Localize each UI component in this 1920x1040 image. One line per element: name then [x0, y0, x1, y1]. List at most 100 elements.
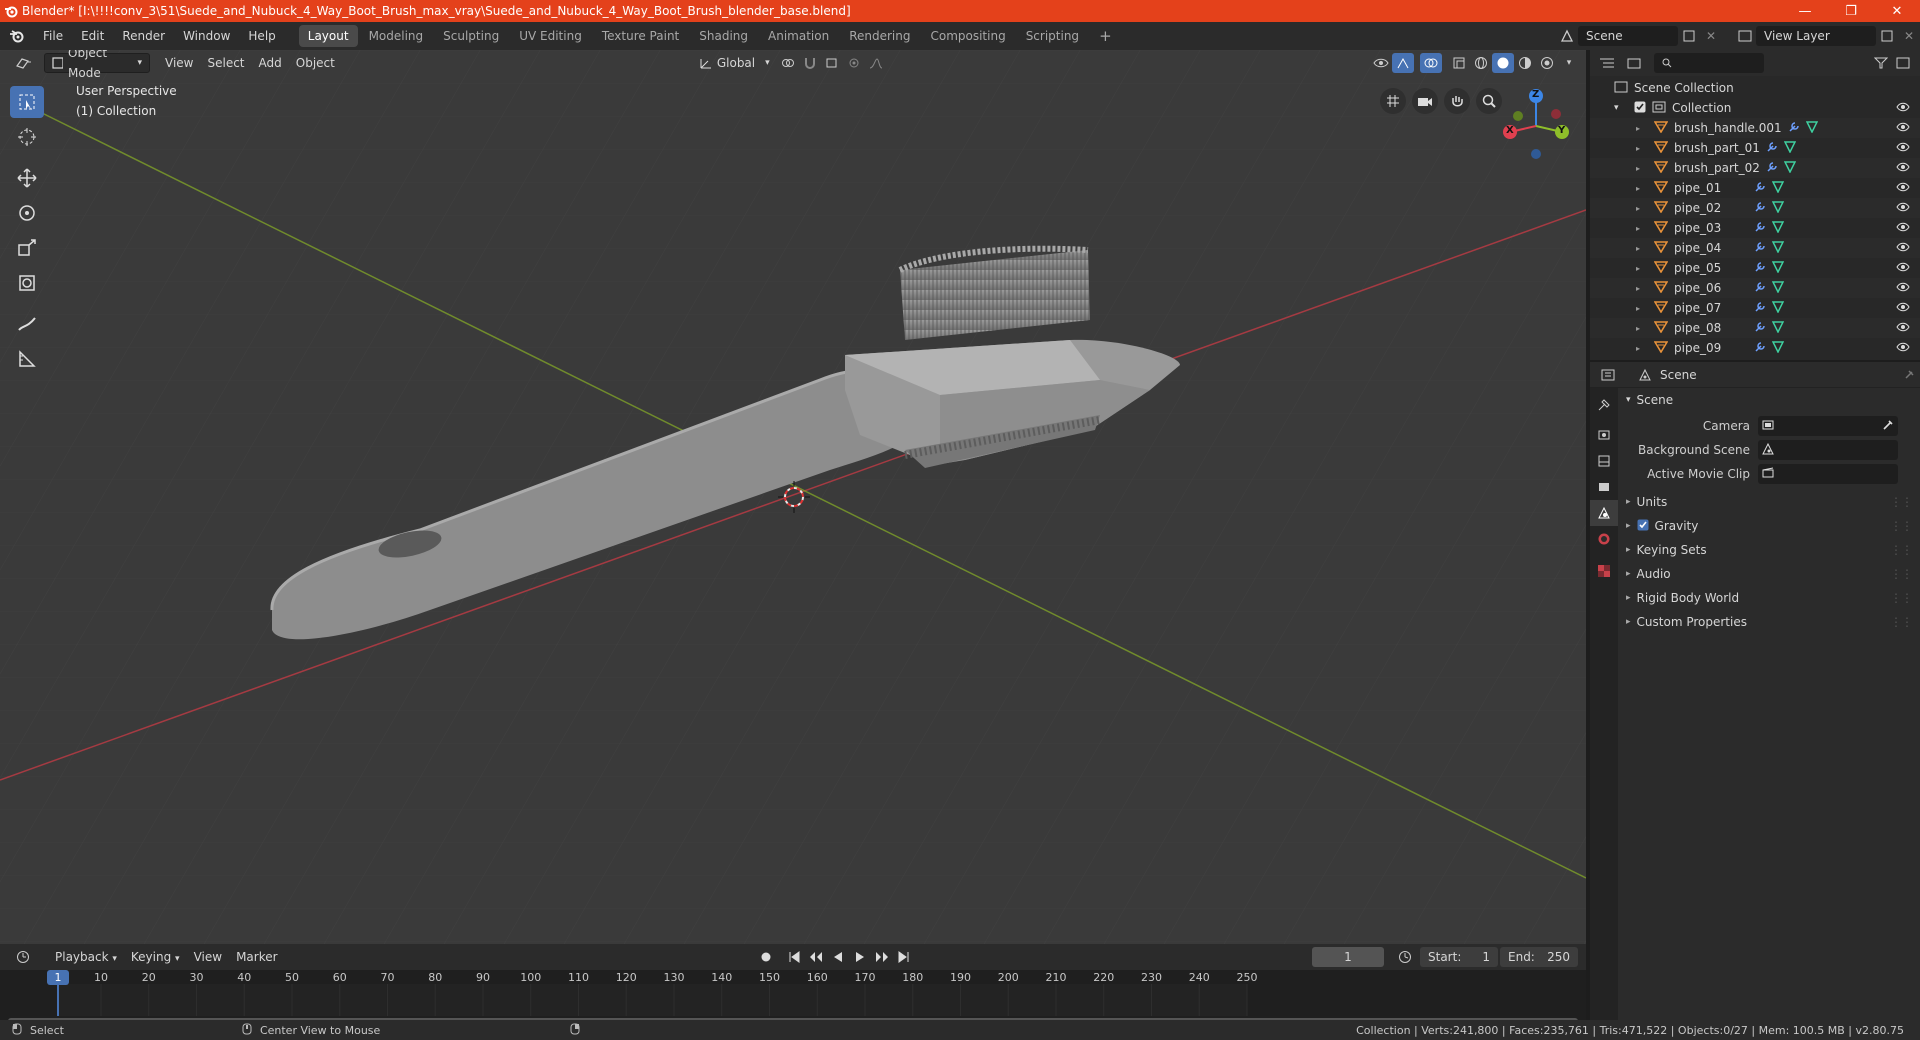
outliner-collection[interactable]: ▾ Collection	[1590, 98, 1920, 118]
expand-chevron-icon[interactable]: ▸	[1636, 164, 1648, 173]
overlays-toggle-icon[interactable]	[1420, 53, 1442, 73]
close-button[interactable]: ✕	[1874, 0, 1920, 22]
add-workspace-button[interactable]: +	[1090, 25, 1121, 47]
viewport-menu-view[interactable]: View	[158, 53, 200, 73]
expand-chevron-icon[interactable]: ▸	[1636, 184, 1648, 193]
tab-scripting[interactable]: Scripting	[1017, 25, 1088, 47]
modifier-wrench-icon[interactable]	[1754, 301, 1766, 316]
tool-tab-icon[interactable]	[1590, 392, 1618, 418]
jump-to-start-icon[interactable]	[783, 947, 805, 967]
snap-icon[interactable]	[799, 53, 821, 73]
blender-menu-icon[interactable]	[0, 29, 34, 43]
outliner-object-row[interactable]: ▸ pipe_02	[1590, 198, 1920, 218]
jump-to-keyframe-back-icon[interactable]	[805, 947, 827, 967]
expand-chevron-icon[interactable]: ▸	[1636, 344, 1648, 353]
outliner-object-row[interactable]: ▸ pipe_06	[1590, 278, 1920, 298]
outliner-object-row[interactable]: ▸ brush_handle.001	[1590, 118, 1920, 138]
outliner-object-row[interactable]: ▸ pipe_05	[1590, 258, 1920, 278]
modifier-wrench-icon[interactable]	[1754, 201, 1766, 216]
transform-orientation-dropdown[interactable]: Global ▾	[692, 53, 777, 73]
mode-selector[interactable]: Object Mode ▾	[44, 50, 150, 80]
jump-to-keyframe-forward-icon[interactable]	[871, 947, 893, 967]
properties-editor-type-icon[interactable]	[1598, 365, 1620, 385]
timeline-editor-type-icon[interactable]	[8, 947, 38, 967]
modifier-wrench-icon[interactable]	[1754, 281, 1766, 296]
outliner-object-row[interactable]: ▸ pipe_04	[1590, 238, 1920, 258]
outliner-object-row[interactable]: ▸ brush_part_02	[1590, 158, 1920, 178]
visibility-eye-icon[interactable]	[1896, 341, 1910, 355]
modifier-wrench-icon[interactable]	[1754, 321, 1766, 336]
outliner-object-row[interactable]: ▸ pipe_01	[1590, 178, 1920, 198]
tab-layout[interactable]: Layout	[298, 25, 358, 47]
mesh-data-icon[interactable]	[1783, 140, 1797, 156]
pivot-point-icon[interactable]	[777, 53, 799, 73]
timeline-menu-view[interactable]: View	[187, 947, 229, 967]
visibility-eye-icon[interactable]	[1896, 221, 1910, 235]
tab-animation[interactable]: Animation	[759, 25, 838, 47]
menu-edit[interactable]: Edit	[72, 25, 113, 47]
modifier-wrench-icon[interactable]	[1766, 161, 1778, 176]
mesh-data-icon[interactable]	[1771, 320, 1785, 336]
preview-range-clock-icon[interactable]	[1394, 947, 1416, 967]
panel-section-header[interactable]: ▸ Rigid Body World ⋮⋮	[1618, 586, 1920, 610]
expand-chevron-icon[interactable]: ▸	[1636, 224, 1648, 233]
pin-icon[interactable]	[1898, 365, 1920, 385]
outliner-object-row[interactable]: ▸ pipe_07	[1590, 298, 1920, 318]
tab-compositing[interactable]: Compositing	[921, 25, 1014, 47]
shading-options-chevron-icon[interactable]: ▾	[1558, 53, 1580, 73]
view-layer-tab-icon[interactable]	[1590, 474, 1618, 500]
mesh-data-icon[interactable]	[1771, 200, 1785, 216]
panel-section-header[interactable]: ▸ Audio ⋮⋮	[1618, 562, 1920, 586]
visibility-eye-icon[interactable]	[1896, 281, 1910, 295]
expand-chevron-icon[interactable]: ▸	[1636, 244, 1648, 253]
new-scene-icon[interactable]	[1678, 26, 1700, 46]
outliner-object-row[interactable]: ▸ pipe_03	[1590, 218, 1920, 238]
start-frame-field[interactable]: Start: 1	[1420, 947, 1498, 967]
panel-section-header[interactable]: ▸ Gravity ⋮⋮	[1618, 514, 1920, 538]
record-button-icon[interactable]	[755, 947, 777, 967]
visibility-eye-icon[interactable]	[1896, 141, 1910, 155]
tab-rendering[interactable]: Rendering	[840, 25, 919, 47]
mesh-data-icon[interactable]	[1771, 240, 1785, 256]
scene-icon[interactable]	[1556, 26, 1578, 46]
minimize-button[interactable]: —	[1782, 0, 1828, 22]
cursor-tool-icon[interactable]	[10, 121, 44, 153]
filter-icon[interactable]	[1870, 53, 1892, 73]
measure-tool-icon[interactable]	[10, 343, 44, 375]
current-frame-field[interactable]: 1	[1312, 947, 1384, 967]
property-field[interactable]	[1758, 440, 1898, 460]
transform-tool-icon[interactable]	[10, 267, 44, 299]
viewport-menu-add[interactable]: Add	[252, 53, 289, 73]
remove-scene-icon[interactable]: ✕	[1700, 26, 1722, 46]
drag-handle-icon[interactable]: ⋮⋮	[1890, 591, 1913, 605]
drag-handle-icon[interactable]: ⋮⋮	[1890, 543, 1913, 557]
menu-window[interactable]: Window	[174, 25, 239, 47]
mesh-data-icon[interactable]	[1771, 220, 1785, 236]
drag-handle-icon[interactable]: ⋮⋮	[1890, 495, 1913, 509]
world-tab-icon[interactable]	[1590, 526, 1618, 552]
drag-handle-icon[interactable]: ⋮⋮	[1890, 567, 1913, 581]
play-reverse-icon[interactable]	[827, 947, 849, 967]
expand-chevron-icon[interactable]: ▸	[1636, 284, 1648, 293]
snap-target-icon[interactable]	[821, 53, 843, 73]
remove-view-layer-icon[interactable]: ✕	[1898, 26, 1920, 46]
end-frame-field[interactable]: End: 250	[1500, 947, 1578, 967]
mesh-data-icon[interactable]	[1771, 180, 1785, 196]
new-view-layer-icon[interactable]	[1876, 26, 1898, 46]
expand-chevron-icon[interactable]: ▸	[1636, 144, 1648, 153]
panel-section-header[interactable]: ▸ Units ⋮⋮	[1618, 490, 1920, 514]
viewport-menu-select[interactable]: Select	[200, 53, 251, 73]
collapse-chevron-icon[interactable]: ▾	[1614, 103, 1628, 113]
texture-tab-icon[interactable]	[1590, 558, 1618, 584]
render-tab-icon[interactable]	[1590, 422, 1618, 448]
menu-render[interactable]: Render	[113, 25, 174, 47]
mesh-data-icon[interactable]	[1805, 120, 1818, 136]
collection-checkbox[interactable]	[1634, 101, 1646, 116]
navigation-gizmo[interactable]: Z Y X	[1496, 86, 1576, 166]
property-field[interactable]	[1758, 464, 1898, 484]
tab-uv-editing[interactable]: UV Editing	[510, 25, 591, 47]
material-shading-icon[interactable]	[1514, 53, 1536, 73]
visibility-eye-icon[interactable]	[1896, 241, 1910, 255]
view-layer-icon[interactable]	[1734, 26, 1756, 46]
modifier-wrench-icon[interactable]	[1754, 261, 1766, 276]
